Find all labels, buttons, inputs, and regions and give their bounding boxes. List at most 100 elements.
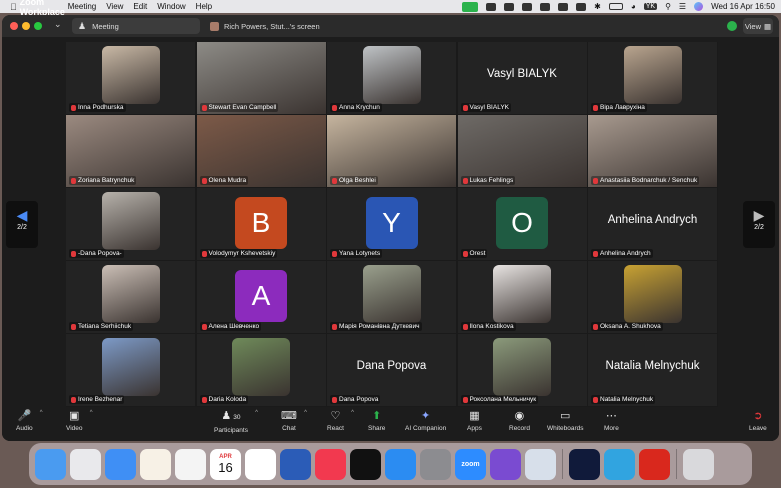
participant-tile[interactable]: Anhelina Andrych Anhelina Andrych <box>588 188 717 260</box>
share-button[interactable]: ⬆ Share <box>368 410 385 432</box>
status-icon-5[interactable] <box>558 2 569 11</box>
apps-button[interactable]: ▦ Apps <box>467 410 482 432</box>
settings-icon[interactable] <box>420 448 451 480</box>
participant-tile[interactable]: Zoriana Batrynchuk <box>66 115 195 187</box>
participant-tile[interactable]: Віра Лаврухіна <box>588 42 717 114</box>
music-icon[interactable] <box>315 448 346 480</box>
search-icon[interactable]: ⚲ <box>665 2 671 11</box>
participant-tile[interactable]: -Dana Popova- <box>66 188 195 260</box>
participant-tile[interactable]: Olena Mudra <box>196 115 326 187</box>
more-button[interactable]: ⋯ More <box>604 410 619 432</box>
calendar-icon[interactable]: APR 16 <box>210 448 241 480</box>
iphone-mirroring-icon[interactable] <box>525 448 556 480</box>
menu-view[interactable]: View <box>106 2 123 11</box>
battery-icon[interactable] <box>608 3 623 10</box>
status-icon-4[interactable] <box>540 2 551 11</box>
participant-name-label: Volodymyr Kshevetskiy <box>199 249 278 258</box>
menu-meeting[interactable]: Meeting <box>68 2 96 11</box>
video-button[interactable]: ▣ Video ^ <box>66 410 93 432</box>
zoom-icon[interactable]: zoom <box>455 448 486 480</box>
telegram-icon[interactable] <box>604 448 635 480</box>
wifi-icon[interactable]: ◕ <box>631 2 636 11</box>
video-options-caret[interactable]: ^ <box>90 410 93 416</box>
zoom-window-button[interactable] <box>34 22 42 30</box>
participant-tile[interactable]: Anastasiia Bodnarchuk / Senchuk <box>588 115 717 187</box>
launchpad-icon[interactable] <box>70 448 101 480</box>
calendar-day: 16 <box>218 459 233 475</box>
close-window-button[interactable] <box>10 22 18 30</box>
participant-tile[interactable]: Vasyl BIALYK Vasyl BIALYK <box>457 42 587 114</box>
menubar-clock[interactable]: Wed 16 Apr 16:50 <box>711 2 775 11</box>
participant-tile[interactable]: Anna Krychun <box>327 42 456 114</box>
previous-page-button[interactable]: ◀ 2/2 <box>6 201 38 248</box>
participant-tile[interactable]: Daria Koloda <box>196 334 326 406</box>
input-source[interactable]: YK <box>643 3 658 10</box>
ai-companion-button[interactable]: ✦ AI Companion <box>405 410 446 432</box>
participant-tile[interactable]: Inna Podhurska <box>66 42 195 114</box>
participant-tile[interactable]: B Volodymyr Kshevetskiy <box>196 188 326 260</box>
participant-tile[interactable]: Y Yana Lotynets <box>327 188 456 260</box>
minimize-window-button[interactable] <box>22 22 30 30</box>
tv-icon[interactable] <box>350 448 381 480</box>
participant-tile[interactable]: Oksana A. Shukhova <box>588 261 717 333</box>
siri-icon[interactable] <box>694 2 704 11</box>
menu-window[interactable]: Window <box>157 2 185 11</box>
meeting-info-button[interactable]: ♟ Meeting <box>72 18 200 34</box>
app-store-icon[interactable] <box>385 448 416 480</box>
audio-options-caret[interactable]: ^ <box>40 410 43 416</box>
viber-icon[interactable] <box>490 448 521 480</box>
react-button[interactable]: ♡ React ^ <box>327 410 354 432</box>
audio-button[interactable]: 🎤 Audio ^ <box>16 410 43 432</box>
participant-tile[interactable]: Ilona Kostikova <box>457 261 587 333</box>
record-button[interactable]: ◉ Record <box>509 410 530 432</box>
view-button[interactable]: View ▦ <box>743 18 773 34</box>
participant-name: Anastasiia Bodnarchuk / Senchuk <box>600 177 698 184</box>
windows-app-icon[interactable] <box>569 448 600 480</box>
word-icon[interactable] <box>280 448 311 480</box>
screen-share-indicator[interactable]: Rich Powers, Stut...'s screen <box>210 18 320 34</box>
control-center-icon[interactable]: ☰ <box>679 2 686 11</box>
chrome-icon[interactable] <box>175 448 206 480</box>
trash-icon[interactable] <box>683 448 714 480</box>
finder-icon[interactable] <box>35 448 66 480</box>
participants-options-caret[interactable]: ^ <box>255 410 258 416</box>
mic-muted-icon <box>332 396 337 403</box>
photos-icon[interactable] <box>140 448 171 480</box>
status-icon-3[interactable] <box>522 2 533 11</box>
participant-tile[interactable]: Tetiana Serhiichuk <box>66 261 195 333</box>
apple-menu-icon[interactable]:  <box>10 2 17 12</box>
participant-tile[interactable]: Stewart Evan Campbell <box>196 42 326 114</box>
participant-tile[interactable]: Irene Bezhenar <box>66 334 195 406</box>
whiteboards-button[interactable]: ▭ Whiteboards <box>547 410 584 432</box>
participant-tile[interactable]: Роксолана Мельничук <box>457 334 587 406</box>
participant-tile[interactable]: Olga Beshlei <box>327 115 456 187</box>
status-icon-1[interactable] <box>486 2 497 11</box>
zoom-status-icon[interactable] <box>462 1 479 12</box>
participants-count: 30 <box>233 414 241 421</box>
react-options-caret[interactable]: ^ <box>351 410 354 416</box>
chat-button[interactable]: ⌨ Chat ^ <box>281 410 307 432</box>
chat-options-caret[interactable]: ^ <box>304 410 307 416</box>
status-icon-2[interactable] <box>504 2 515 11</box>
menu-help[interactable]: Help <box>196 2 212 11</box>
reminders-icon[interactable] <box>245 448 276 480</box>
participant-tile[interactable]: Lukas Fehlings <box>457 115 587 187</box>
mail-icon[interactable] <box>105 448 136 480</box>
security-shield-icon[interactable] <box>727 21 737 31</box>
menu-edit[interactable]: Edit <box>133 2 147 11</box>
dock-separator <box>676 449 677 479</box>
participant-tile[interactable]: Dana Popova Dana Popova <box>327 334 456 406</box>
participant-tile[interactable]: A Алена Шевченко <box>196 261 326 333</box>
status-icon-6[interactable] <box>576 2 587 11</box>
participant-tile[interactable]: Natalia Melnychuk Natalia Melnychuk <box>588 334 717 406</box>
chevron-right-icon: ▶ <box>753 207 765 223</box>
chevron-down-icon[interactable]: ⌄ <box>54 19 62 30</box>
participants-button[interactable]: ♟ 30 Participants ^ <box>214 410 258 434</box>
participant-tile[interactable]: Марія Романівна Дуткевич <box>327 261 456 333</box>
acrobat-icon[interactable] <box>639 448 670 480</box>
participant-video <box>493 338 551 396</box>
leave-button[interactable]: ➲ Leave <box>749 410 767 432</box>
participant-tile[interactable]: O Orest <box>457 188 587 260</box>
bluetooth-icon[interactable]: ✱ <box>594 2 601 11</box>
next-page-button[interactable]: ▶ 2/2 <box>743 201 775 248</box>
